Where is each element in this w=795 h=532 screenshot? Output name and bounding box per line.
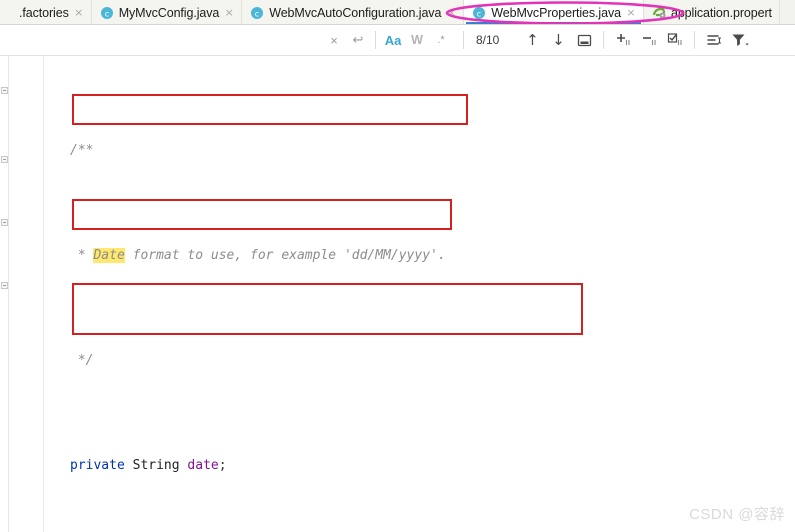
editor-outer-gutter <box>0 56 9 532</box>
match-counter: 8/10 <box>476 33 500 47</box>
comment-prefix: * <box>70 248 94 263</box>
reset-search-icon[interactable]: ↩ <box>346 28 370 52</box>
regex-icon[interactable]: .* <box>429 28 453 52</box>
toolbar-divider <box>463 31 464 49</box>
fold-marker[interactable] <box>1 282 8 289</box>
ide-editor-window: .factories × c MyMvcConfig.java × c WebM… <box>0 0 795 532</box>
editor-tab-label: WebMvcAutoConfiguration.java <box>269 5 442 20</box>
java-class-icon: c <box>250 6 264 20</box>
filter-icon[interactable] <box>727 28 753 52</box>
code-line[interactable]: /** <box>46 140 795 161</box>
editor-tab-label: MyMvcConfig.java <box>118 5 220 20</box>
find-toolbar: × ↩ Aa W .* 8/10 ↑ ↓ <box>0 25 795 56</box>
svg-text:c: c <box>105 9 109 18</box>
editor-tab-application-properties[interactable]: application.propert <box>643 0 780 24</box>
keyword-private: private <box>70 458 125 473</box>
select-all-icon[interactable] <box>571 28 597 52</box>
svg-text:c: c <box>477 9 481 18</box>
editor-line-gutter[interactable] <box>10 56 44 532</box>
toolbar-divider <box>375 31 376 49</box>
tab-close-icon[interactable]: × <box>626 7 636 18</box>
java-class-icon: c <box>100 6 114 20</box>
add-occurrence-icon[interactable] <box>610 28 636 52</box>
code-line[interactable]: */ <box>46 350 795 371</box>
code-editor[interactable]: /** * Date format to use, for example 'd… <box>0 56 795 532</box>
toolbar-divider <box>694 31 696 49</box>
properties-file-icon <box>0 6 14 20</box>
remove-occurrence-icon[interactable] <box>636 28 662 52</box>
svg-text:c: c <box>255 9 259 18</box>
tab-close-icon[interactable]: × <box>446 7 456 18</box>
editor-tab-label: WebMvcProperties.java <box>491 5 621 20</box>
editor-tab-webmvcproperties[interactable]: c WebMvcProperties.java × <box>464 0 644 24</box>
words-icon[interactable]: W <box>405 28 429 52</box>
editor-tab-mymvcconfig[interactable]: c MyMvcConfig.java × <box>91 0 243 24</box>
semicolon: ; <box>218 458 227 473</box>
match-case-icon[interactable]: Aa <box>381 28 405 52</box>
type-string: String <box>132 458 180 473</box>
fold-marker[interactable] <box>1 156 8 163</box>
comment-text: format to use, for example 'dd/MM/yyyy'. <box>124 248 446 263</box>
fold-marker[interactable] <box>1 219 8 226</box>
code-line[interactable]: * Date format to use, for example 'dd/MM… <box>46 245 795 266</box>
editor-tab-bar: .factories × c MyMvcConfig.java × c WebM… <box>0 0 795 25</box>
select-all-occurrences-icon[interactable] <box>662 28 688 52</box>
in-selection-icon[interactable] <box>701 28 727 52</box>
field-name: date <box>187 458 219 473</box>
code-content[interactable]: /** * Date format to use, for example 'd… <box>46 56 795 532</box>
previous-match-icon[interactable]: ↑ <box>519 28 545 52</box>
code-line[interactable]: private String date; <box>46 455 795 476</box>
editor-tab-label: application.propert <box>670 5 772 20</box>
editor-tab-factories[interactable]: .factories × <box>0 0 92 24</box>
next-match-icon[interactable]: ↓ <box>545 28 571 52</box>
code-line-text: */ <box>70 353 94 368</box>
spring-properties-icon <box>652 6 666 20</box>
toolbar-divider <box>603 31 605 49</box>
csdn-watermark: CSDN @容辞 <box>689 506 785 523</box>
code-line-text: /** <box>70 143 94 158</box>
java-class-icon: c <box>472 6 486 20</box>
tab-close-icon[interactable]: × <box>224 7 234 18</box>
editor-tab-label: .factories <box>19 5 69 20</box>
tab-close-icon[interactable]: × <box>74 7 84 18</box>
editor-tab-webmvcautoconfiguration[interactable]: c WebMvcAutoConfiguration.java × <box>242 0 465 24</box>
close-icon[interactable]: × <box>322 28 346 52</box>
search-match-highlight: Date <box>93 248 125 263</box>
fold-marker[interactable] <box>1 87 8 94</box>
